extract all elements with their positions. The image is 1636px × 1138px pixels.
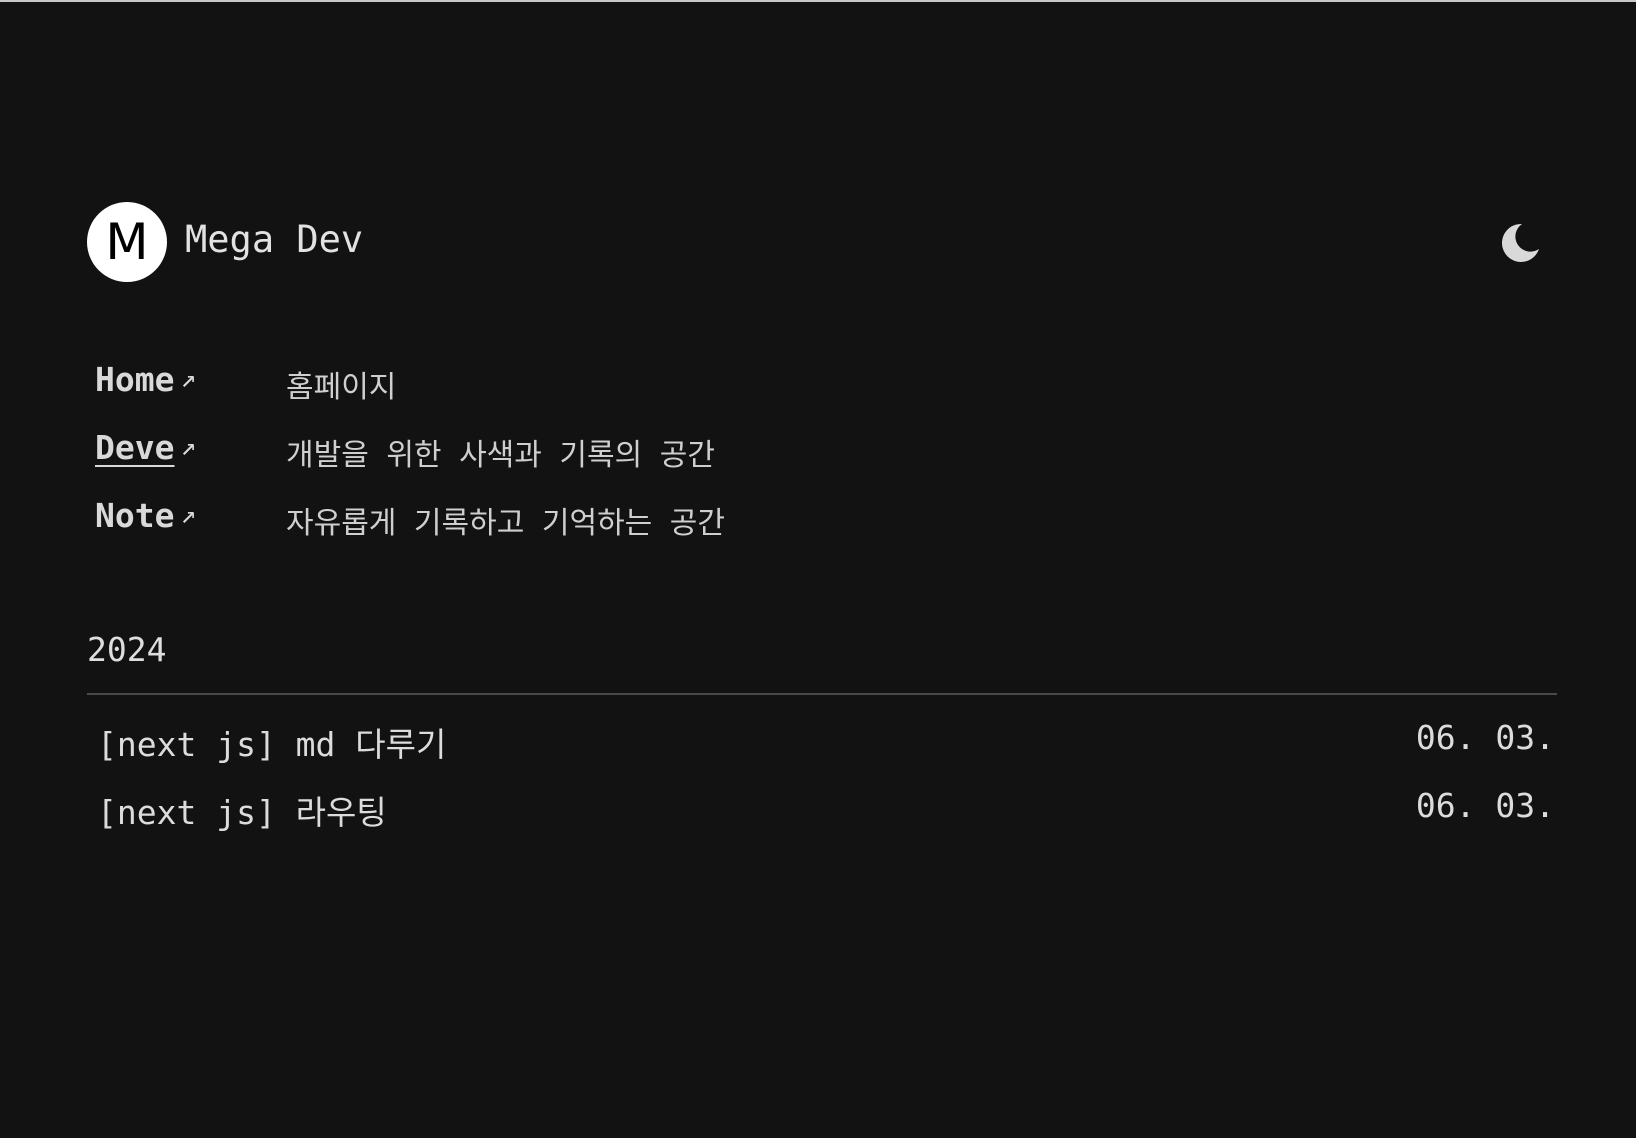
nav-link-deve[interactable]: Deve ↗	[95, 428, 196, 467]
moon-icon	[1501, 223, 1539, 262]
site-header: M Mega Dev	[87, 202, 1557, 282]
post-list-item[interactable]: [next js] md 다루기 06. 03.	[87, 718, 1557, 786]
post-list-item[interactable]: [next js] 라우팅 06. 03.	[87, 786, 1557, 854]
external-arrow-icon: ↗	[180, 500, 197, 530]
nav-description: 홈페이지	[286, 370, 397, 405]
theme-toggle-button[interactable]	[1495, 218, 1543, 266]
post-list: [next js] md 다루기 06. 03. [next js] 라우팅 0…	[87, 718, 1557, 854]
post-date: 06. 03.	[1415, 786, 1555, 825]
site-title[interactable]: Mega Dev	[185, 218, 363, 261]
nav-link-label: Deve	[95, 428, 175, 467]
top-border	[0, 0, 1636, 2]
post-date: 06. 03.	[1415, 718, 1555, 757]
nav-link-label: Home	[95, 360, 175, 399]
external-arrow-icon: ↗	[180, 432, 197, 462]
year-heading: 2024	[87, 630, 167, 669]
site-logo[interactable]: M	[87, 202, 167, 282]
nav-item-note: Note ↗ 자유롭게 기록하고 기억하는 공간	[93, 496, 893, 564]
nav-link-note[interactable]: Note ↗	[95, 496, 196, 535]
nav-item-deve: Deve ↗ 개발을 위한 사색과 기록의 공간	[93, 428, 893, 496]
nav-description: 개발을 위한 사색과 기록의 공간	[286, 438, 715, 473]
divider	[87, 693, 1557, 695]
nav-description: 자유롭게 기록하고 기억하는 공간	[286, 506, 726, 541]
external-arrow-icon: ↗	[180, 364, 197, 394]
post-title[interactable]: [next js] md 다루기	[97, 718, 446, 766]
post-title[interactable]: [next js] 라우팅	[97, 786, 387, 834]
nav-link-label: Note	[95, 496, 175, 535]
main-nav: Home ↗ 홈페이지 Deve ↗ 개발을 위한 사색과 기록의 공간 Note ↗…	[93, 360, 893, 564]
nav-link-home[interactable]: Home ↗	[95, 360, 196, 399]
nav-item-home: Home ↗ 홈페이지	[93, 360, 893, 428]
